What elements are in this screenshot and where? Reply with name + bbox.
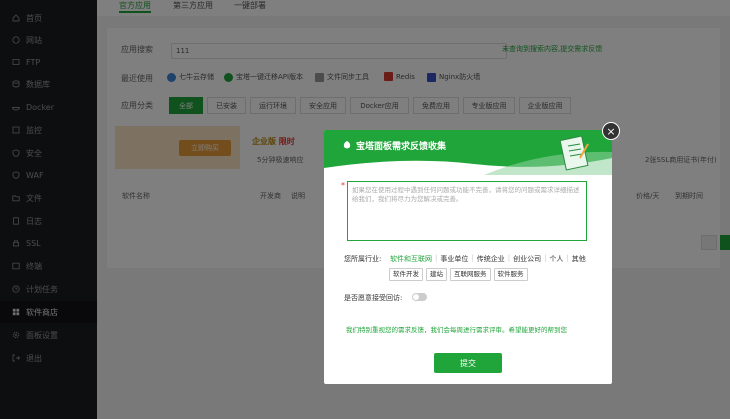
close-icon[interactable]: × — [602, 122, 620, 140]
industry-option[interactable]: 个人 — [549, 254, 563, 264]
sub-industry-tags: 软件开发 建站 互联网服务 软件服务 — [389, 268, 531, 281]
callback-label: 是否愿意接受回访: — [344, 294, 403, 302]
callback-toggle[interactable] — [412, 293, 427, 301]
feedback-note: 我们特别重视您的需求反馈，我们会每周进行需求评审。希望能更好的帮到您 — [346, 326, 567, 334]
sub-industry-tag[interactable]: 软件开发 — [389, 268, 423, 281]
modal-header: 宝塔面板需求反馈收集 — [324, 130, 612, 175]
sub-industry-tag[interactable]: 软件服务 — [493, 268, 528, 281]
industry-option[interactable]: 软件和互联网 — [390, 254, 432, 264]
modal-title: 宝塔面板需求反馈收集 — [356, 142, 447, 152]
feedback-modal: 宝塔面板需求反馈收集 * 如果您在使用过程中遇到任何问题或功能不完善，请将您的问… — [324, 130, 612, 384]
submit-button[interactable]: 提交 — [434, 353, 502, 373]
industry-option[interactable]: 事业单位 — [440, 254, 468, 264]
industry-option[interactable]: 创业公司 — [513, 254, 541, 264]
industry-options: 软件和互联网 | 事业单位 | 传统企业 | 创业公司 | 个人 | 其他 — [390, 254, 586, 264]
industry-option[interactable]: 其他 — [572, 254, 586, 264]
document-icon — [559, 135, 590, 174]
sub-industry-tag[interactable]: 建站 — [426, 268, 447, 281]
sub-industry-tag[interactable]: 互联网服务 — [450, 268, 491, 281]
logo-icon — [342, 140, 352, 152]
industry-label: 您所属行业: — [344, 255, 382, 263]
industry-option[interactable]: 传统企业 — [477, 254, 505, 264]
feedback-textarea[interactable]: 如果您在使用过程中遇到任何问题或功能不完善，请将您的问题或需求详细描述给我们，我… — [347, 181, 587, 241]
required-mark: * — [341, 181, 345, 190]
